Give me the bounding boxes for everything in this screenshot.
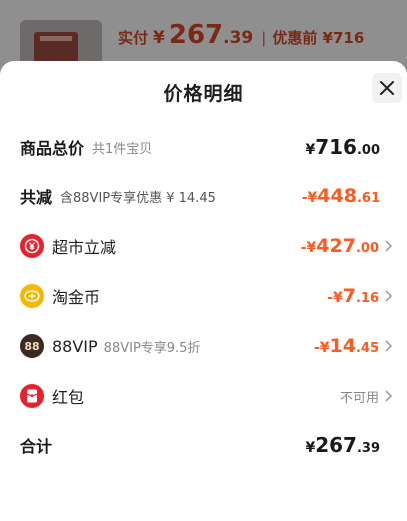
total-discount-row: 共减 含88VIP专享优惠 ¥ 14.45 -¥ 448.61 (0, 178, 407, 214)
taojinbi-row[interactable]: 淘金币 -¥ 7.16 (0, 278, 407, 314)
chevron-right-icon (383, 389, 393, 403)
price-separator: | (261, 29, 267, 47)
taojinbi-label: 淘金币 (52, 288, 101, 307)
paid-currency: ¥ (153, 28, 165, 48)
total-row: 合计 ¥267.39 (0, 427, 407, 463)
red-envelope-icon (20, 384, 44, 408)
vip88-row[interactable]: 88 88VIP 88VIP专享9.5折 -¥ 14.45 (0, 328, 407, 364)
goods-total-label: 商品总价 (20, 139, 85, 158)
paid-label: 实付 (118, 29, 149, 47)
gold-coin-icon (20, 284, 44, 308)
close-icon (380, 81, 394, 95)
vip-discount-note: 含88VIP专享优惠 ¥ 14.45 (60, 190, 216, 206)
vip88-amount: -¥ 14.45 (313, 335, 379, 357)
chevron-right-icon (383, 289, 393, 303)
total-discount-amount: -¥ 448.61 (301, 185, 380, 207)
total-amount: ¥267.39 (305, 433, 380, 457)
hongbao-label: 红包 (52, 388, 85, 407)
total-label: 合计 (20, 437, 53, 456)
paid-price-dec: .39 (223, 28, 254, 48)
paid-price-int: 267 (168, 20, 224, 50)
taojinbi-amount: -¥ 7.16 (327, 285, 379, 307)
chevron-right-icon (383, 239, 393, 253)
background-price-bar: 实付 ¥ 267 .39 | 优惠前 ¥716 (118, 20, 364, 52)
close-button[interactable] (372, 73, 402, 103)
vip88-label: 88VIP (52, 336, 98, 356)
price-detail-sheet: 价格明细 商品总价 共1件宝贝 ¥716.00 共减 含88VIP专享优惠 ¥ … (0, 61, 407, 521)
goods-total-row: 商品总价 共1件宝贝 ¥716.00 (0, 129, 407, 165)
yuan-coupon-icon (20, 234, 44, 258)
supermarket-label: 超市立减 (52, 238, 117, 257)
hongbao-row[interactable]: 红包 不可用 (0, 378, 407, 414)
goods-total-amount: ¥716.00 (305, 135, 380, 159)
vip-88-icon: 88 (20, 334, 44, 358)
goods-count: 共1件宝贝 (92, 141, 153, 157)
vip88-note: 88VIP专享9.5折 (103, 340, 201, 356)
hongbao-status: 不可用 (339, 390, 379, 406)
supermarket-amount: -¥ 427.00 (300, 235, 379, 257)
chevron-right-icon (383, 339, 393, 353)
original-price: 优惠前 ¥716 (272, 29, 365, 47)
supermarket-discount-row[interactable]: 超市立减 -¥ 427.00 (0, 228, 407, 264)
sheet-title: 价格明细 (163, 83, 244, 105)
total-discount-label: 共减 (20, 188, 53, 207)
